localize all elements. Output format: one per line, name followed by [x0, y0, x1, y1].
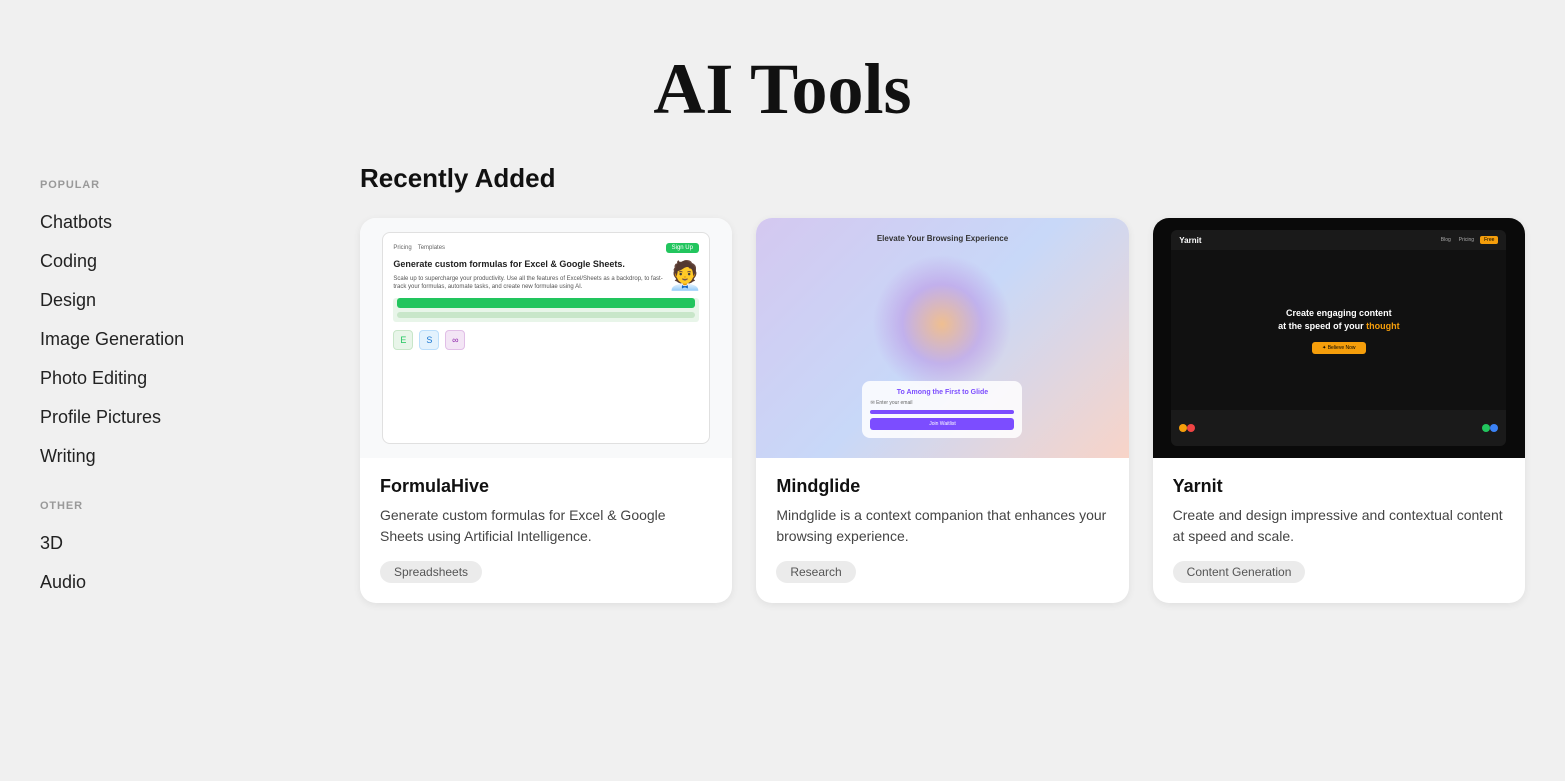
sidebar-item-design[interactable]: Design: [40, 281, 320, 320]
sidebar-item-image-generation[interactable]: Image Generation: [40, 320, 320, 359]
sidebar-item-audio[interactable]: Audio: [40, 563, 320, 602]
main-content: Recently Added Pricing Templates Sign Up: [360, 163, 1525, 603]
card-name-formulahive: FormulaHive: [380, 476, 712, 497]
card-image-yarnit: Yarnit Blog Pricing Free Cre: [1153, 218, 1525, 458]
card-formulahive[interactable]: Pricing Templates Sign Up Generate custo…: [360, 218, 732, 603]
card-body-yarnit: Yarnit Create and design impressive and …: [1153, 458, 1525, 603]
card-tag-mindglide[interactable]: Research: [776, 561, 855, 583]
section-title: Recently Added: [360, 163, 1525, 194]
page-title: AI Tools: [0, 48, 1565, 131]
cards-grid: Pricing Templates Sign Up Generate custo…: [360, 218, 1525, 603]
sidebar: POPULAR Chatbots Coding Design Image Gen…: [40, 163, 320, 603]
sidebar-item-profile-pictures[interactable]: Profile Pictures: [40, 398, 320, 437]
card-yarnit[interactable]: Yarnit Blog Pricing Free Cre: [1153, 218, 1525, 603]
card-name-mindglide: Mindglide: [776, 476, 1108, 497]
card-desc-mindglide: Mindglide is a context companion that en…: [776, 505, 1108, 547]
card-mindglide[interactable]: Elevate Your Browsing Experience To Amon…: [756, 218, 1128, 603]
page-header: AI Tools: [0, 0, 1565, 163]
card-desc-yarnit: Create and design impressive and context…: [1173, 505, 1505, 547]
card-desc-formulahive: Generate custom formulas for Excel & Goo…: [380, 505, 712, 547]
sidebar-item-coding[interactable]: Coding: [40, 242, 320, 281]
card-image-formulahive: Pricing Templates Sign Up Generate custo…: [360, 218, 732, 458]
sidebar-item-photo-editing[interactable]: Photo Editing: [40, 359, 320, 398]
sidebar-item-3d[interactable]: 3D: [40, 524, 320, 563]
card-image-mindglide: Elevate Your Browsing Experience To Amon…: [756, 218, 1128, 458]
card-tag-formulahive[interactable]: Spreadsheets: [380, 561, 482, 583]
card-tag-yarnit[interactable]: Content Generation: [1173, 561, 1306, 583]
card-name-yarnit: Yarnit: [1173, 476, 1505, 497]
card-body-mindglide: Mindglide Mindglide is a context compani…: [756, 458, 1128, 603]
sidebar-item-chatbots[interactable]: Chatbots: [40, 203, 320, 242]
card-body-formulahive: FormulaHive Generate custom formulas for…: [360, 458, 732, 603]
other-section-label: OTHER: [40, 500, 320, 512]
popular-section-label: POPULAR: [40, 179, 320, 191]
sidebar-item-writing[interactable]: Writing: [40, 437, 320, 476]
